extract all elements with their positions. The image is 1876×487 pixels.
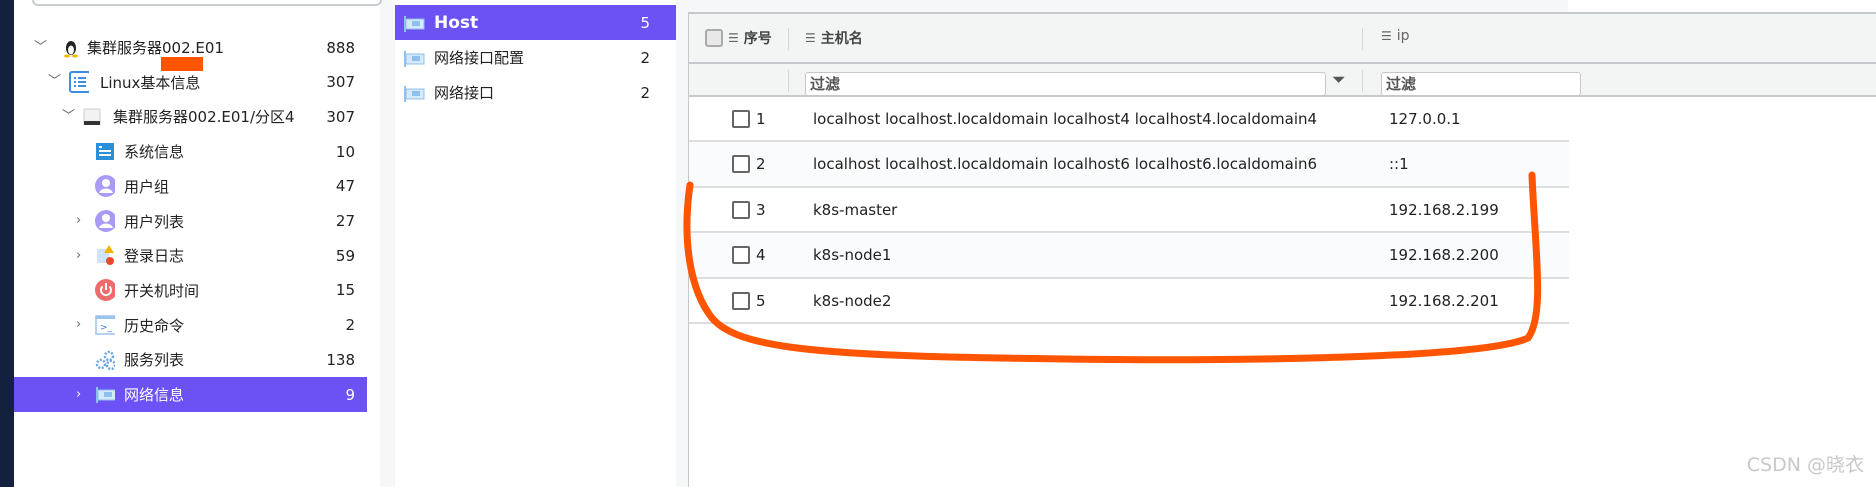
watermark: CSDN @晓衣 <box>1746 454 1864 476</box>
annotation-outline <box>683 171 1542 364</box>
